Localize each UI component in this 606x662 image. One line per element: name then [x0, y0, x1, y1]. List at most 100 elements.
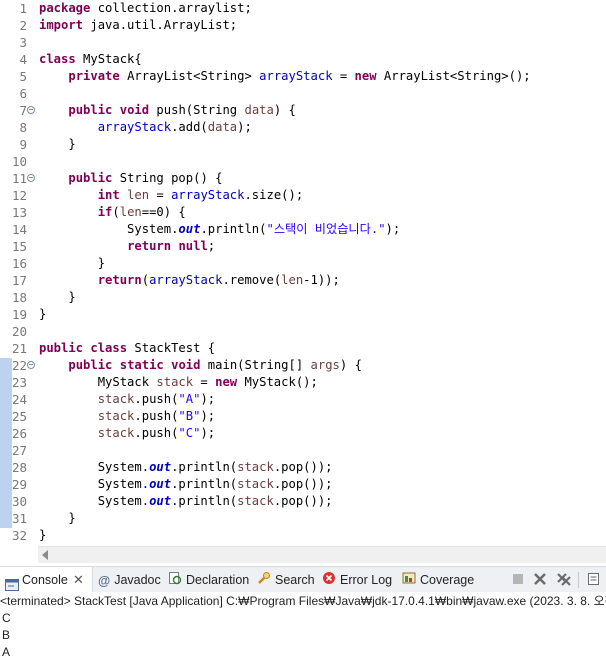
- console-page-icon[interactable]: [587, 572, 601, 586]
- tab-search[interactable]: Search: [257, 567, 315, 593]
- code-token: =: [149, 188, 172, 202]
- code-token: "B": [178, 409, 201, 423]
- console-output[interactable]: C B A: [0, 610, 606, 662]
- line-number: 8: [19, 120, 27, 135]
- line-number: 5: [19, 69, 27, 84]
- code-line[interactable]: 14 System.out.println("스택이 비었습니다.");: [0, 221, 606, 238]
- code-text: return null;: [39, 238, 215, 255]
- code-token: null: [178, 239, 208, 253]
- code-line[interactable]: 11− public String pop() {: [0, 170, 606, 187]
- code-line[interactable]: 23 MyStack stack = new MyStack();: [0, 374, 606, 391]
- code-token: main(String[]: [200, 358, 311, 372]
- code-token: System.: [39, 477, 150, 491]
- close-icon[interactable]: ✕: [73, 567, 84, 593]
- line-number: 30: [11, 494, 27, 509]
- remove-launch-icon[interactable]: [533, 572, 547, 586]
- code-line[interactable]: 6: [0, 85, 606, 102]
- code-line[interactable]: 8 arrayStack.add(data);: [0, 119, 606, 136]
- code-line[interactable]: 2 import java.util.ArrayList;: [0, 17, 606, 34]
- code-token: stack: [97, 392, 135, 406]
- code-text: System.out.println(stack.pop());: [39, 493, 333, 510]
- code-token: len: [119, 205, 142, 219]
- code-token: .println(: [171, 477, 238, 491]
- code-token: len: [281, 273, 304, 287]
- remove-all-terminated-icon[interactable]: [556, 572, 571, 586]
- code-line[interactable]: 25 stack.push("B");: [0, 408, 606, 425]
- code-line[interactable]: 20: [0, 323, 606, 340]
- fold-toggle-icon[interactable]: −: [27, 361, 35, 369]
- line-number: 21: [11, 341, 27, 356]
- code-token: ==0) {: [141, 205, 186, 219]
- tab-coverage[interactable]: Coverage: [402, 567, 474, 593]
- code-editor[interactable]: 1 package collection.arraylist; 2 import ja…: [0, 0, 606, 546]
- code-token: ArrayList<String>: [119, 69, 260, 83]
- code-line[interactable]: 1 package collection.arraylist;: [0, 0, 606, 17]
- code-line[interactable]: 4 class MyStack{: [0, 51, 606, 68]
- error-log-icon: [322, 568, 336, 594]
- code-line[interactable]: 26 stack.push("C");: [0, 425, 606, 442]
- fold-toggle-icon[interactable]: −: [27, 106, 35, 114]
- scroll-left-arrow-icon[interactable]: [42, 550, 48, 560]
- horizontal-scrollbar[interactable]: [38, 546, 606, 563]
- code-line[interactable]: 30 System.out.println(stack.pop());: [0, 493, 606, 510]
- code-line[interactable]: 17 return(arrayStack.remove(len-1));: [0, 272, 606, 289]
- code-line[interactable]: 27: [0, 442, 606, 459]
- code-line[interactable]: 22− public static void main(String[] arg…: [0, 357, 606, 374]
- line-number: 9: [19, 137, 27, 152]
- code-line[interactable]: 28 System.out.println(stack.pop());: [0, 459, 606, 476]
- code-line[interactable]: 18 }: [0, 289, 606, 306]
- line-number: 19: [11, 307, 27, 322]
- tab-declaration[interactable]: Declaration: [168, 567, 249, 593]
- code-token: new: [354, 69, 377, 83]
- code-token: .add(: [171, 120, 208, 134]
- code-token: out: [178, 222, 201, 236]
- code-token: stack: [156, 375, 194, 389]
- line-number: 29: [11, 477, 27, 492]
- line-number: 18: [11, 290, 27, 305]
- line-number: 25: [11, 409, 27, 424]
- terminate-icon[interactable]: [511, 572, 525, 586]
- code-line[interactable]: 19}: [0, 306, 606, 323]
- code-line[interactable]: 29 System.out.println(stack.pop());: [0, 476, 606, 493]
- line-number: 14: [11, 222, 27, 237]
- line-number: 7: [19, 103, 27, 118]
- code-line[interactable]: 10: [0, 153, 606, 170]
- code-text: class MyStack{: [39, 51, 142, 68]
- code-text: arrayStack.add(data);: [39, 119, 252, 136]
- code-token: ArrayList<String>();: [376, 69, 531, 83]
- code-token: .println(: [200, 222, 267, 236]
- code-line[interactable]: 16 }: [0, 255, 606, 272]
- code-line[interactable]: 21 public class StackTest {: [0, 340, 606, 357]
- code-token: public: [39, 341, 84, 355]
- code-token: int: [97, 188, 120, 202]
- code-line[interactable]: 12 int len = arrayStack.size();: [0, 187, 606, 204]
- code-line[interactable]: 24 stack.push("A");: [0, 391, 606, 408]
- search-icon: [257, 568, 271, 594]
- fold-toggle-icon[interactable]: −: [27, 174, 35, 182]
- code-line[interactable]: 3: [0, 34, 606, 51]
- tab-error-log[interactable]: Error Log: [322, 567, 392, 593]
- code-line[interactable]: 5 private ArrayList<String> arrayStack =…: [0, 68, 606, 85]
- tab-javadoc[interactable]: @ Javadoc: [98, 567, 161, 593]
- code-line[interactable]: 7− public void push(String data) {: [0, 102, 606, 119]
- code-text: System.out.println(stack.pop());: [39, 459, 333, 476]
- code-line[interactable]: 9 }: [0, 136, 606, 153]
- line-number: 24: [11, 392, 27, 407]
- code-token: package: [39, 1, 91, 15]
- tab-console[interactable]: Console ✕: [0, 567, 93, 593]
- code-line[interactable]: 13 if(len==0) {: [0, 204, 606, 221]
- code-line[interactable]: 31 }: [0, 510, 606, 527]
- line-number: 17: [11, 273, 27, 288]
- code-token: public: [68, 171, 113, 185]
- code-line[interactable]: 32}: [0, 527, 606, 544]
- code-token: String pop() {: [112, 171, 223, 185]
- code-token: MyStack();: [237, 375, 318, 389]
- code-text: return(arrayStack.remove(len-1));: [39, 272, 340, 289]
- line-number: 13: [11, 205, 27, 220]
- code-line[interactable]: 15 return null;: [0, 238, 606, 255]
- line-number: 32: [11, 528, 27, 543]
